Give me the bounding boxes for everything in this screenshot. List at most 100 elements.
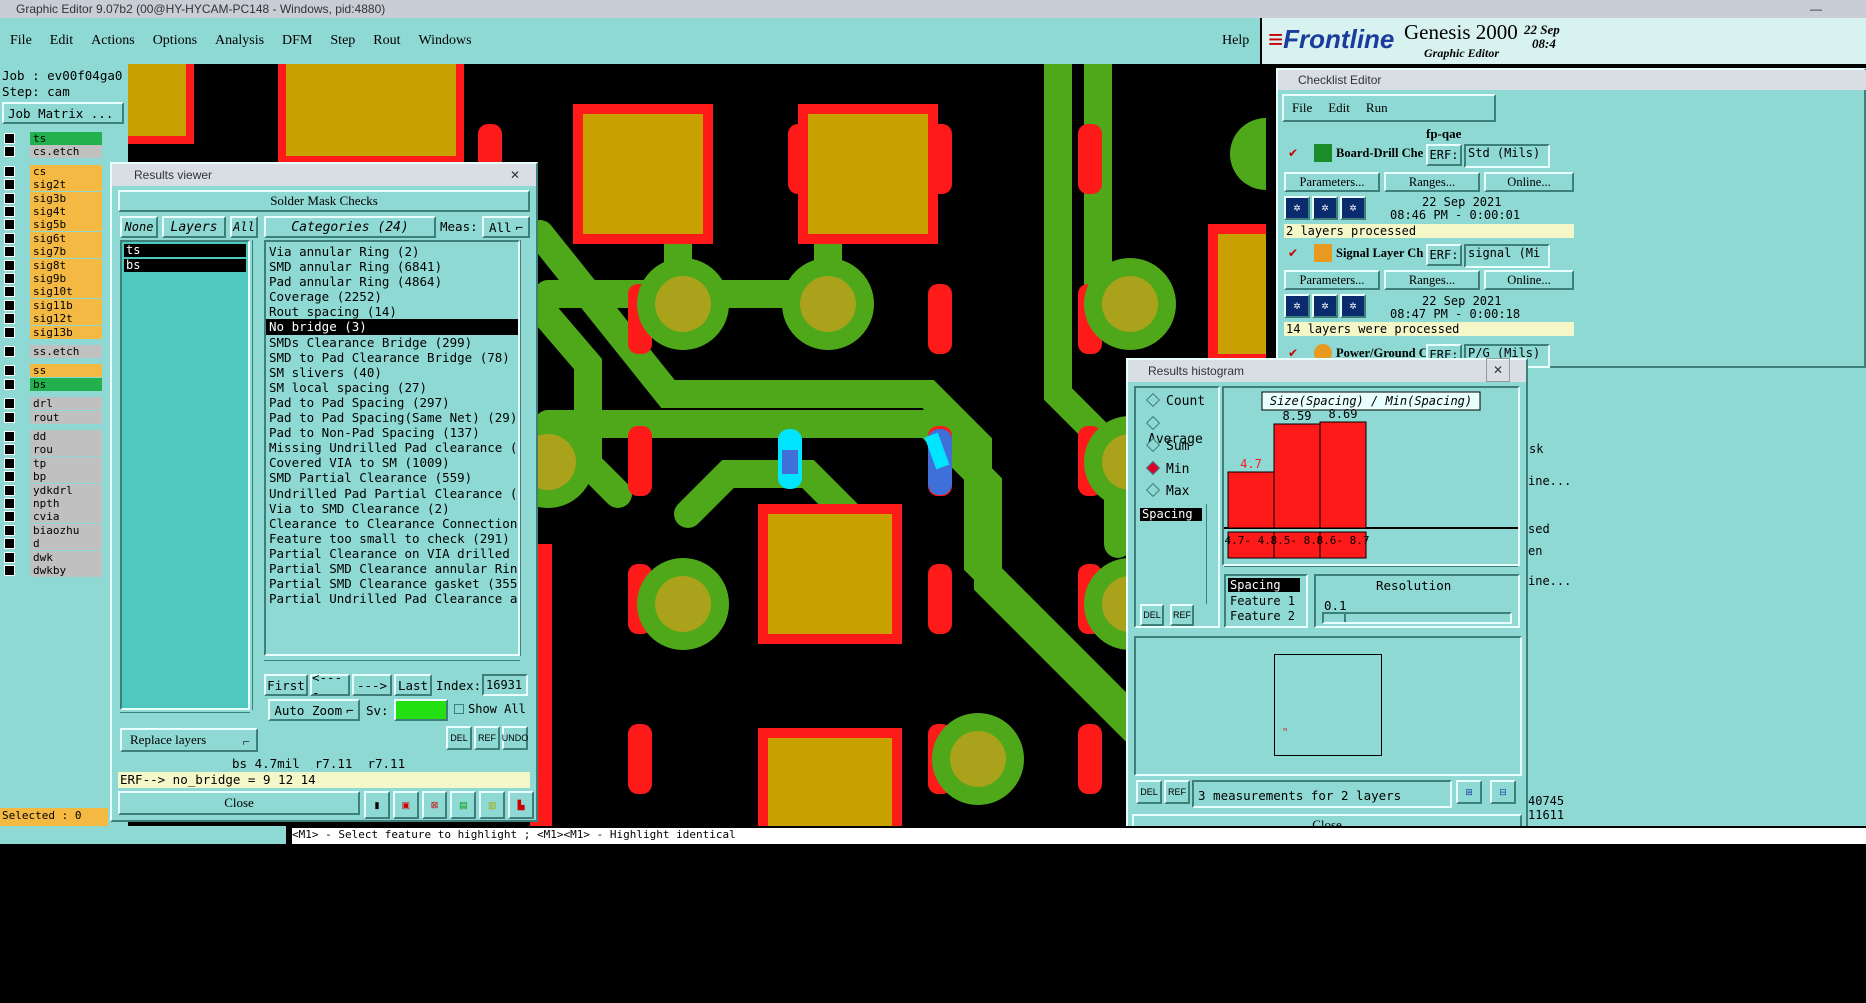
category-item[interactable]: SMD annular Ring (6841)	[266, 259, 518, 274]
histogram-bar[interactable]	[1227, 471, 1275, 529]
layer-name[interactable]: ss	[30, 364, 102, 378]
last-button[interactable]: Last	[394, 674, 432, 696]
layer-name[interactable]: ts	[30, 132, 102, 145]
layer-row-rou[interactable]: rou	[4, 443, 102, 457]
layer-results-list[interactable]: ts bs	[120, 240, 250, 710]
menu-dfm[interactable]: DFM	[282, 33, 312, 49]
category-item[interactable]: Coverage (2252)	[266, 289, 518, 304]
layer-row-cs[interactable]: cs	[4, 164, 102, 178]
erf-value[interactable]: Std (Mils)	[1464, 144, 1550, 168]
run-all-icon[interactable]: ✲	[1312, 196, 1338, 220]
layer-checkbox[interactable]	[4, 524, 15, 536]
layer-row-sig4t[interactable]: sig4t	[4, 205, 102, 218]
categories-button[interactable]: Categories (24)	[264, 216, 436, 238]
online-button[interactable]: Online...	[1484, 270, 1574, 290]
layer-row-bs[interactable]: bs	[4, 377, 102, 391]
menu-rout[interactable]: Rout	[373, 33, 400, 49]
layer-checkbox[interactable]	[4, 219, 15, 231]
metric-list-item[interactable]: Spacing	[1140, 508, 1202, 521]
layer-row-tp[interactable]: tp	[4, 456, 102, 470]
show-all-checkbox[interactable]	[454, 704, 464, 714]
erf-button[interactable]: ERF:	[1426, 144, 1462, 166]
menu-analysis[interactable]: Analysis	[215, 33, 264, 49]
menu-file[interactable]: File	[10, 33, 32, 49]
category-item[interactable]: Partial Clearance on VIA drilled	[266, 546, 518, 561]
none-button[interactable]: None	[120, 216, 158, 238]
layer-name[interactable]: ss.etch	[30, 345, 102, 358]
layer-row-ydkdrl[interactable]: ydkdrl	[4, 483, 102, 497]
layer-row-bp[interactable]: bp	[4, 470, 102, 484]
layer-result-item[interactable]: bs	[124, 259, 246, 272]
first-button[interactable]: First	[264, 674, 308, 696]
auto-zoom-select[interactable]: Auto Zoom ⌐	[268, 699, 360, 721]
layer-name[interactable]: cs.etch	[30, 145, 102, 159]
menu-actions[interactable]: Actions	[91, 33, 135, 49]
zoom-chart-icon[interactable]: ⊞	[1456, 780, 1482, 804]
layer-name[interactable]: tp	[30, 456, 102, 470]
layer-checkbox[interactable]	[4, 398, 15, 410]
layer-name[interactable]: cvia	[30, 510, 102, 524]
menu-step[interactable]: Step	[330, 33, 355, 49]
layer-name[interactable]: rout	[30, 410, 102, 424]
layer-row-biaozhu[interactable]: biaozhu	[4, 523, 102, 537]
next-button[interactable]: --->	[352, 674, 392, 696]
layer-name[interactable]: npth	[30, 497, 102, 510]
layer-row-sig3b[interactable]: sig3b	[4, 191, 102, 205]
category-item[interactable]: SMDs Clearance Bridge (299)	[266, 335, 518, 350]
param-item[interactable]: Feature 1	[1226, 594, 1306, 609]
layer-checkbox[interactable]	[4, 133, 15, 144]
resolution-slider[interactable]	[1322, 612, 1512, 624]
online-button[interactable]: Online...	[1484, 172, 1574, 192]
prev-button[interactable]: <----	[310, 670, 350, 700]
layer-checkbox[interactable]	[4, 498, 15, 509]
category-item[interactable]: Via to SMD Clearance (2)	[266, 501, 518, 516]
check-enabled-icon[interactable]: ✔	[1288, 246, 1298, 261]
layer-checkbox[interactable]	[4, 565, 15, 576]
layer-row-dwkby[interactable]: dwkby	[4, 564, 102, 577]
all-layers-button[interactable]: All	[230, 216, 258, 238]
category-item[interactable]: Partial Undrilled Pad Clearance a	[266, 591, 518, 606]
layer-checkbox[interactable]	[4, 365, 15, 377]
list-icon[interactable]: ▥	[479, 791, 506, 819]
delete-icon[interactable]: ⊠	[421, 791, 448, 819]
menu-edit[interactable]: Edit	[50, 33, 73, 49]
layer-checkbox[interactable]	[4, 411, 15, 423]
menu-help[interactable]: Help	[1222, 33, 1249, 49]
del-button[interactable]: DEL	[446, 726, 472, 750]
ref-button[interactable]: REF	[474, 726, 500, 750]
layer-row-sig6t[interactable]: sig6t	[4, 231, 102, 245]
category-item[interactable]: Pad to Pad Spacing (297)	[266, 395, 518, 410]
close-icon[interactable]: ✕	[510, 164, 520, 186]
parameters-button[interactable]: Parameters...	[1284, 172, 1380, 192]
layer-name[interactable]: sig4t	[30, 205, 102, 218]
ref-button[interactable]: REF	[1170, 604, 1194, 626]
mode-sum-radio[interactable]: Sum	[1145, 437, 1189, 454]
resolution-slider-handle[interactable]	[1324, 614, 1346, 622]
layer-row-sig7b[interactable]: sig7b	[4, 245, 102, 259]
layer-checkbox[interactable]	[4, 431, 15, 442]
layer-name[interactable]: drl	[30, 397, 102, 411]
category-item[interactable]: SMD Partial Clearance (559)	[266, 470, 518, 485]
run-stop-icon[interactable]: ✲	[1340, 196, 1366, 220]
layer-row-npth[interactable]: npth	[4, 497, 102, 510]
layer-checkbox[interactable]	[4, 326, 15, 338]
layer-row-sig13b[interactable]: sig13b	[4, 325, 102, 339]
layer-checkbox[interactable]	[4, 551, 15, 563]
export-chart-icon[interactable]: ⊟	[1490, 780, 1516, 804]
layer-checkbox[interactable]	[4, 179, 15, 191]
category-item[interactable]: Pad to Non-Pad Spacing (137)	[266, 425, 518, 440]
layer-result-item[interactable]: ts	[124, 244, 246, 257]
layer-row-drl[interactable]: drl	[4, 397, 102, 411]
layer-checkbox[interactable]	[4, 471, 15, 483]
category-item[interactable]: Pad annular Ring (4864)	[266, 274, 518, 289]
minimize-icon[interactable]: —	[1806, 0, 1826, 18]
histogram-titlebar[interactable]: Results histogram ✕	[1128, 358, 1526, 382]
category-item[interactable]: Partial SMD Clearance annular Rin	[266, 561, 518, 576]
category-item[interactable]: No bridge (3)	[266, 319, 518, 335]
run-icon[interactable]: ✲	[1284, 196, 1310, 220]
layer-checkbox[interactable]	[4, 146, 15, 158]
metric-scrollbar[interactable]	[1206, 504, 1214, 604]
layer-row-cs-etch[interactable]: cs.etch	[4, 145, 102, 159]
layer-checkbox[interactable]	[4, 286, 15, 298]
ranges-button[interactable]: Ranges...	[1384, 270, 1480, 290]
